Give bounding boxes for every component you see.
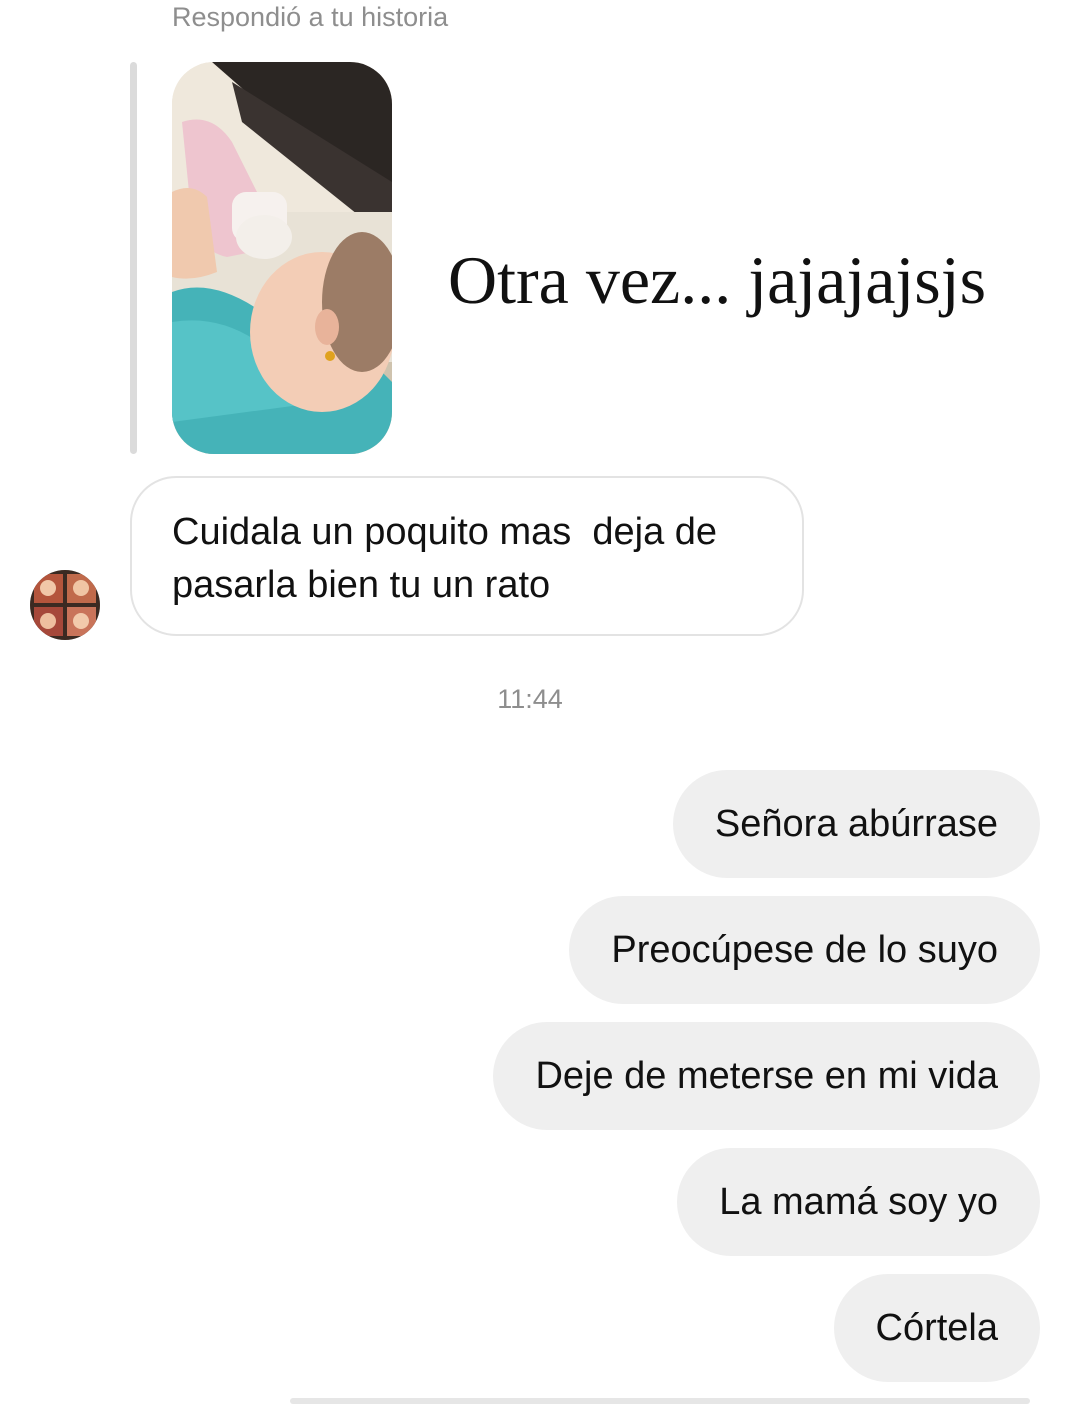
sender-avatar[interactable] [30,570,100,640]
reply-indicator-line [130,62,137,454]
outgoing-message-bubble[interactable]: Señora abúrrase [672,770,1040,878]
outgoing-messages: Señora abúrrase Preocúpese de lo suyo De… [493,770,1040,1400]
story-thumbnail[interactable] [172,62,392,454]
next-message-edge [290,1398,1030,1404]
avatar-image [30,570,100,640]
outgoing-message-bubble[interactable]: La mamá soy yo [677,1148,1040,1256]
outgoing-message-bubble[interactable]: Córtela [833,1274,1040,1382]
incoming-message-text: Cuidala un poquito mas deja de pasarla b… [172,511,718,606]
story-caption: Otra vez... jajajajsjs [448,242,987,318]
message-timestamp: 11:44 [497,684,563,714]
story-photo [172,62,392,454]
incoming-message-bubble[interactable]: Cuidala un poquito mas deja de pasarla b… [130,476,804,636]
story-reply-label: Respondió a tu historia [172,2,449,32]
outgoing-message-bubble[interactable]: Deje de meterse en mi vida [493,1022,1040,1130]
outgoing-message-bubble[interactable]: Preocúpese de lo suyo [569,896,1040,1004]
